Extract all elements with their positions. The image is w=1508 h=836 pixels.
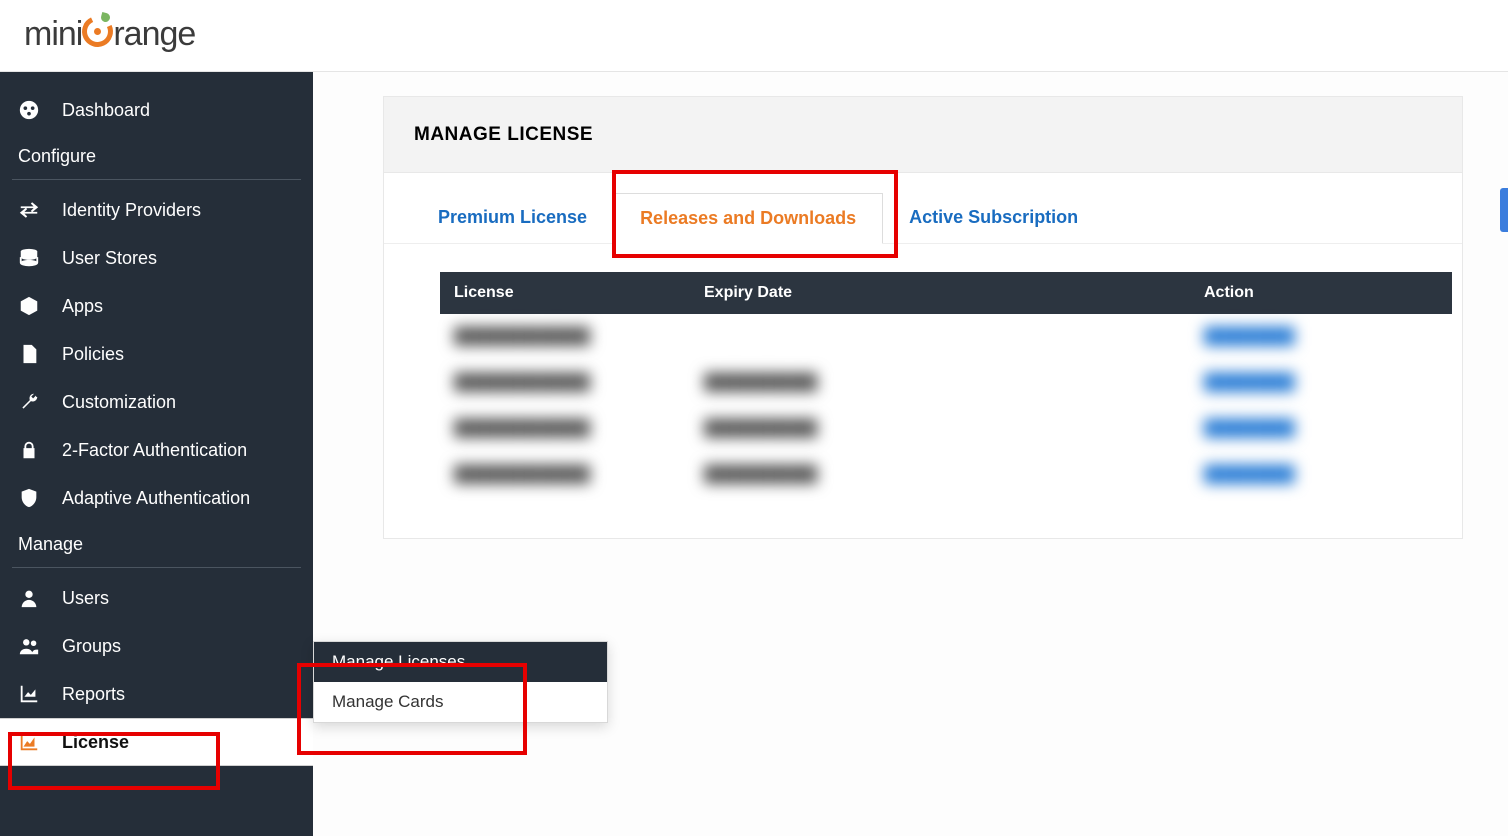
user-icon <box>18 587 40 609</box>
nav-group-configure: Configure <box>0 134 313 173</box>
nav-label: Groups <box>62 636 121 657</box>
wrench-icon <box>18 391 40 413</box>
action-link[interactable]: ████████ <box>1204 328 1295 345</box>
cube-icon <box>18 295 40 317</box>
license-submenu: Manage Licenses Manage Cards <box>313 641 608 723</box>
nav-groups[interactable]: Groups <box>0 622 313 670</box>
nav-label: Users <box>62 588 109 609</box>
database-icon <box>18 247 40 269</box>
swap-icon <box>18 199 40 221</box>
nav-identity-providers[interactable]: Identity Providers <box>0 186 313 234</box>
nav-group-manage: Manage <box>0 522 313 561</box>
nav-customization[interactable]: Customization <box>0 378 313 426</box>
license-table-wrap: License Expiry Date Action ████████████ … <box>384 244 1462 538</box>
action-link[interactable]: ████████ <box>1204 466 1295 483</box>
nav-label: User Stores <box>62 248 157 269</box>
license-table: License Expiry Date Action ████████████ … <box>440 272 1452 498</box>
nav-policies[interactable]: Policies <box>0 330 313 378</box>
submenu-manage-licenses[interactable]: Manage Licenses <box>314 642 607 682</box>
chart-icon <box>18 683 40 705</box>
document-icon <box>18 343 40 365</box>
nav-dashboard[interactable]: Dashboard <box>0 86 313 134</box>
nav-label: Policies <box>62 344 124 365</box>
nav-label: License <box>62 732 129 753</box>
table-row: ████████████ ████████ <box>440 314 1452 360</box>
license-cell: ████████████ <box>454 466 590 483</box>
nav-label: Reports <box>62 684 125 705</box>
nav-label: Adaptive Authentication <box>62 488 250 509</box>
license-cell: ████████████ <box>454 420 590 437</box>
dashboard-icon <box>18 99 40 121</box>
table-row: ████████████ ██████████ ████████ <box>440 360 1452 406</box>
lock-icon <box>18 439 40 461</box>
nav-label: Identity Providers <box>62 200 201 221</box>
area-chart-icon <box>18 731 40 753</box>
nav-apps[interactable]: Apps <box>0 282 313 330</box>
nav-2fa[interactable]: 2-Factor Authentication <box>0 426 313 474</box>
nav-users[interactable]: Users <box>0 574 313 622</box>
nav-label: Customization <box>62 392 176 413</box>
users-icon <box>18 635 40 657</box>
table-row: ████████████ ██████████ ████████ <box>440 452 1452 498</box>
col-action: Action <box>1190 272 1452 314</box>
app-header: mini range <box>0 0 1508 72</box>
expiry-cell: ██████████ <box>704 466 817 483</box>
sidebar: Dashboard Configure Identity Providers U… <box>0 72 313 836</box>
action-link[interactable]: ████████ <box>1204 420 1295 437</box>
nav-label: 2-Factor Authentication <box>62 440 247 461</box>
license-cell: ████████████ <box>454 328 590 345</box>
col-expiry: Expiry Date <box>690 272 1190 314</box>
action-link[interactable]: ████████ <box>1204 374 1295 391</box>
col-license: License <box>440 272 690 314</box>
card-header: MANAGE LICENSE <box>384 97 1462 173</box>
nav-user-stores[interactable]: User Stores <box>0 234 313 282</box>
page-title: MANAGE LICENSE <box>414 124 593 146</box>
brand-logo: mini range <box>24 15 195 56</box>
nav-reports[interactable]: Reports <box>0 670 313 718</box>
license-cell: ████████████ <box>454 374 590 391</box>
license-card: MANAGE LICENSE Premium License Releases … <box>383 96 1463 539</box>
tab-active-subscription[interactable]: Active Subscription <box>883 193 1104 243</box>
tab-bar: Premium License Releases and Downloads A… <box>384 173 1462 244</box>
nav-label: Apps <box>62 296 103 317</box>
nav-license[interactable]: License <box>0 718 313 766</box>
expiry-cell: ██████████ <box>704 420 817 437</box>
brand-text-range: range <box>113 15 195 53</box>
nav-adaptive-auth[interactable]: Adaptive Authentication <box>0 474 313 522</box>
expiry-cell: ██████████ <box>704 374 817 391</box>
tab-releases-downloads[interactable]: Releases and Downloads <box>613 193 883 244</box>
nav-divider <box>12 567 301 568</box>
nav-label: Dashboard <box>62 100 150 121</box>
side-action-button[interactable] <box>1500 188 1508 232</box>
tab-premium-license[interactable]: Premium License <box>412 193 613 243</box>
nav-divider <box>12 179 301 180</box>
brand-text-mini: mini <box>24 15 82 53</box>
shield-icon <box>18 487 40 509</box>
brand-o-icon <box>82 16 113 56</box>
submenu-manage-cards[interactable]: Manage Cards <box>314 682 607 722</box>
table-row: ████████████ ██████████ ████████ <box>440 406 1452 452</box>
